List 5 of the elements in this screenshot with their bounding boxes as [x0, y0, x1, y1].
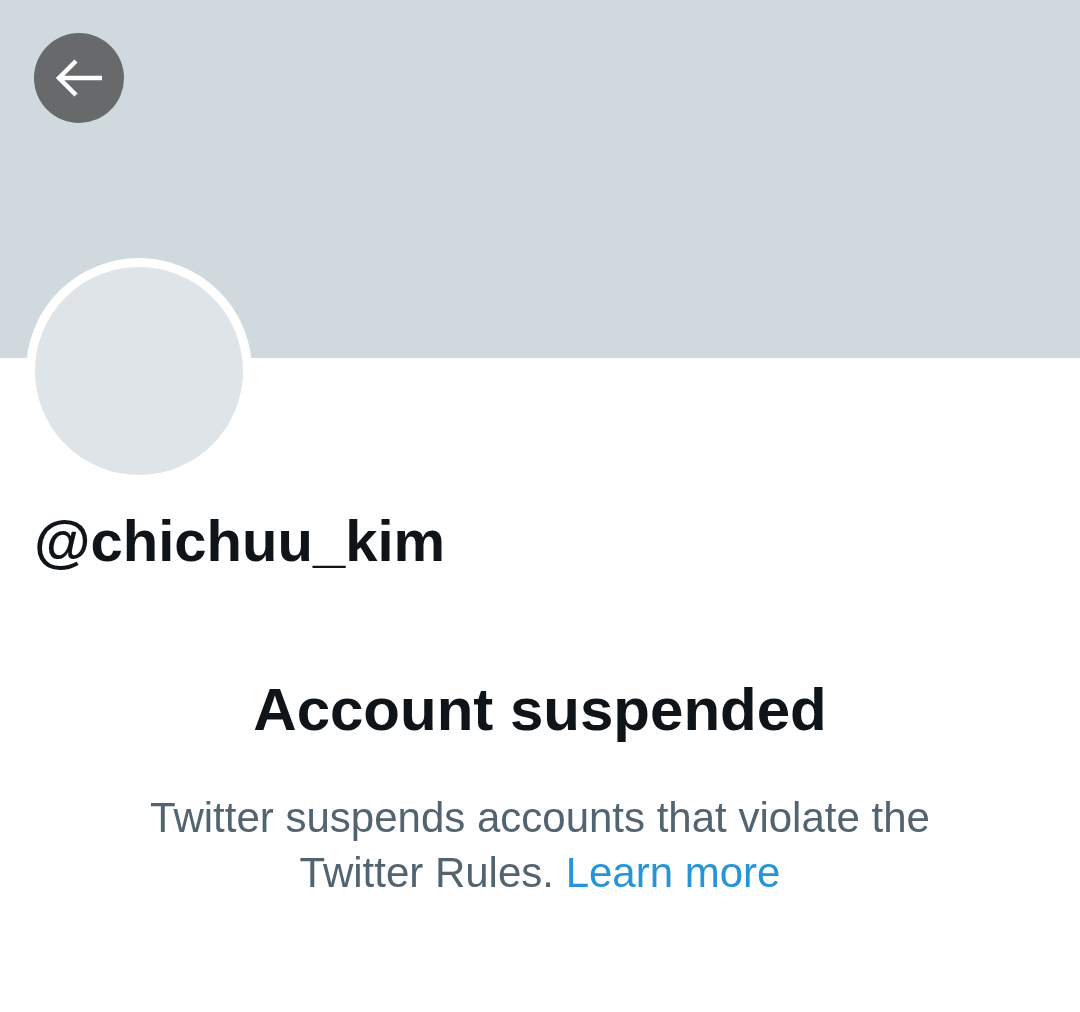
back-arrow-icon: [54, 58, 104, 98]
learn-more-link[interactable]: Learn more: [565, 849, 781, 896]
suspension-message: Twitter suspends accounts that violate the Twitter Rules. Learn more: [149, 793, 931, 898]
profile-handle: @chichuu_kim: [34, 507, 446, 575]
suspension-title: Account suspended: [253, 675, 827, 745]
